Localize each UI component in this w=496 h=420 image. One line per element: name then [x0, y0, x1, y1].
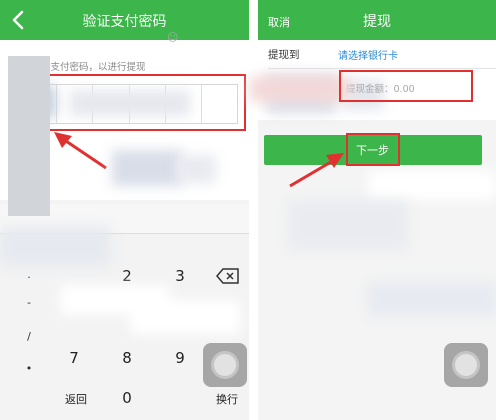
back-key[interactable]: 返回 — [60, 391, 92, 407]
highlight-box — [339, 70, 473, 102]
assistive-touch-icon — [211, 351, 239, 379]
annotation-arrow-icon — [289, 153, 344, 188]
key-0[interactable]: 0 — [115, 389, 139, 407]
verify-header: 验证支付密码 — [0, 0, 249, 40]
symbol-column — [8, 56, 50, 216]
verify-password-screen: 验证支付密码 请输入支付密码，以进行提现 ☺ . - / • 2 3 7 8 9… — [0, 0, 249, 420]
withdraw-to-label: 提现到 — [268, 49, 300, 61]
privacy-mosaic — [368, 282, 496, 316]
keyboard-logo-icon: ☺ — [167, 31, 179, 44]
delete-key-icon[interactable] — [216, 268, 240, 284]
highlight-box — [346, 133, 400, 166]
key-3[interactable]: 3 — [168, 267, 192, 285]
privacy-mosaic — [130, 300, 240, 334]
page-title: 验证支付密码 — [82, 14, 167, 30]
key-2[interactable]: 2 — [115, 267, 139, 285]
key-9[interactable]: 9 — [168, 349, 192, 367]
privacy-mosaic — [112, 150, 182, 186]
assistive-touch-button[interactable] — [203, 343, 247, 387]
annotation-arrow-icon — [54, 132, 107, 170]
divider — [268, 68, 496, 69]
symbol-key[interactable]: - — [8, 296, 50, 309]
page-title: 提现 — [363, 14, 391, 30]
privacy-mosaic — [288, 200, 408, 250]
symbol-key[interactable]: / — [8, 330, 50, 343]
symbol-key[interactable]: . — [8, 268, 50, 281]
privacy-mosaic — [176, 155, 216, 183]
withdraw-header: 取消 提现 — [258, 0, 496, 40]
privacy-mosaic — [368, 170, 496, 200]
key-7[interactable]: 7 — [62, 349, 86, 367]
privacy-mosaic — [70, 90, 190, 116]
select-bank-card-link[interactable]: 请选择银行卡 — [338, 47, 398, 62]
newline-key[interactable]: 换行 — [212, 391, 242, 407]
symbol-key[interactable]: • — [8, 362, 50, 375]
assistive-touch-button[interactable] — [444, 343, 488, 387]
privacy-mosaic — [0, 226, 110, 266]
privacy-mosaic — [250, 76, 350, 102]
screenshot-root: 验证支付密码 请输入支付密码，以进行提现 ☺ . - / • 2 3 7 8 9… — [0, 0, 496, 420]
assistive-touch-icon — [452, 351, 480, 379]
withdraw-screen: 取消 提现 提现到 请选择银行卡 — [258, 0, 496, 420]
key-8[interactable]: 8 — [115, 349, 139, 367]
